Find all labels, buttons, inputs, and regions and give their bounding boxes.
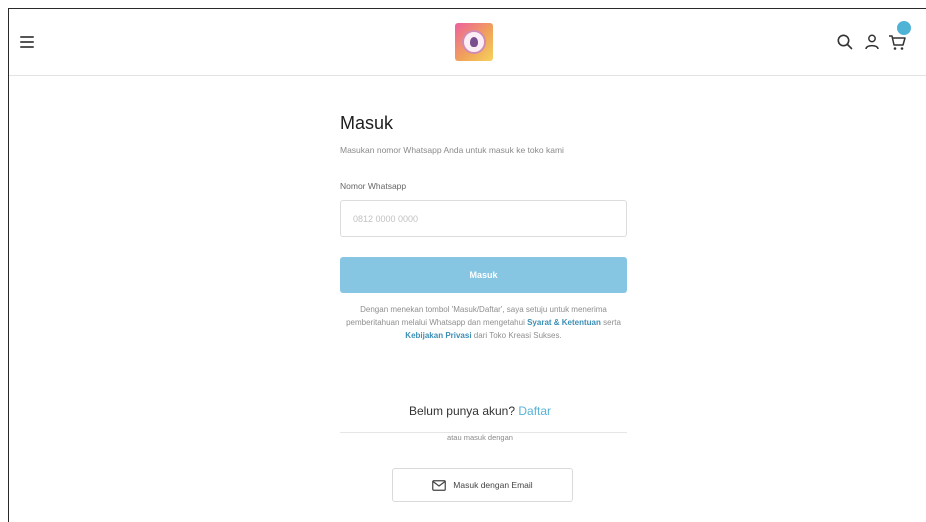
phone-field-label: Nomor Whatsapp [340, 181, 407, 191]
email-login-button[interactable]: Masuk dengan Email [392, 468, 573, 502]
terms-link[interactable]: Syarat & Ketentuan [527, 318, 601, 327]
divider-label-text: atau masuk dengan [441, 433, 519, 442]
top-header [9, 9, 926, 76]
divider-label: atau masuk dengan [331, 427, 629, 445]
cart-icon[interactable] [888, 33, 906, 51]
signup-prompt-text: Belum punya akun? [408, 404, 516, 418]
login-subtitle: Masukan nomor Whatsapp Anda untuk masuk … [340, 145, 564, 155]
phone-number-input[interactable] [340, 200, 627, 237]
mail-icon [432, 479, 447, 491]
login-submit-button[interactable]: Masuk [340, 257, 627, 293]
privacy-link[interactable]: Kebijakan Privasi [405, 331, 471, 340]
signup-prompt: Belum punya akun? Daftar [331, 404, 629, 418]
terms-notice: Dengan menekan tombol 'Masuk/Daftar', sa… [340, 303, 627, 342]
store-logo[interactable] [455, 23, 493, 61]
terms-text-3: dari Toko Kreasi Sukses. [473, 331, 562, 340]
cart-count-badge [897, 21, 911, 35]
email-login-label: Masuk dengan Email [453, 480, 533, 490]
terms-text-2: serta [603, 318, 621, 327]
user-icon[interactable] [863, 33, 881, 51]
hamburger-menu-icon[interactable] [20, 36, 34, 48]
app-window: Masuk Masukan nomor Whatsapp Anda untuk … [8, 8, 926, 522]
page-title: Masuk [340, 113, 394, 133]
search-icon[interactable] [836, 33, 854, 51]
signup-link[interactable]: Daftar [518, 404, 551, 418]
